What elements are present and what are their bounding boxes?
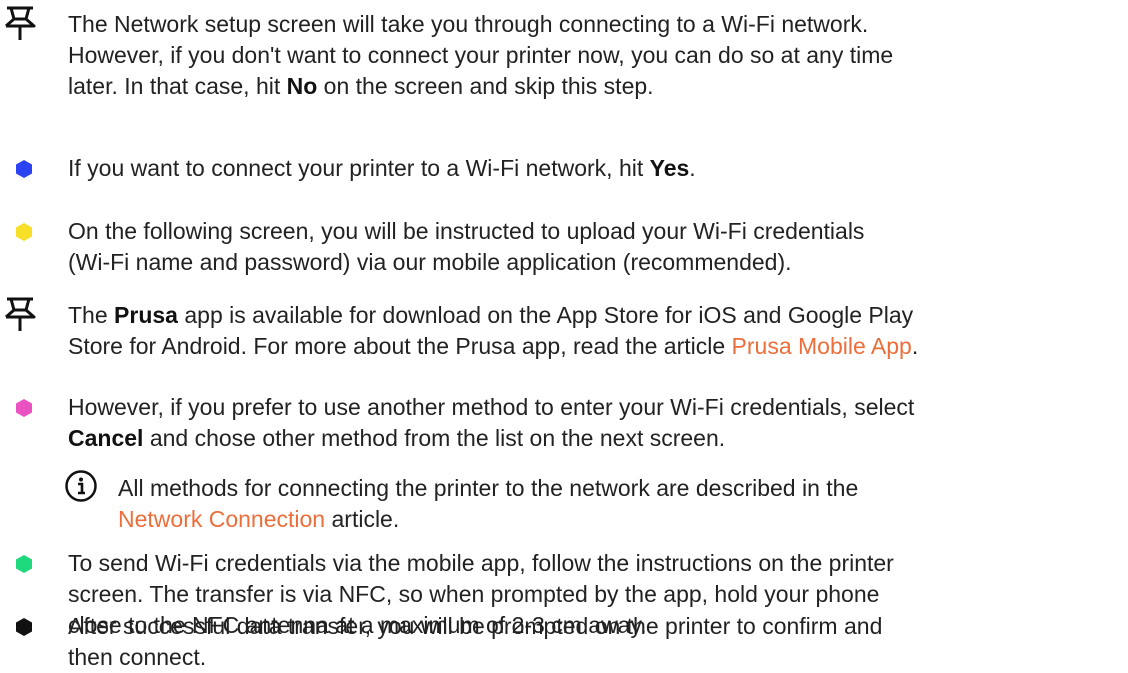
text-line: Network Connection article. — [118, 504, 1128, 535]
green-hexagon-icon — [16, 555, 32, 573]
article-link[interactable]: Prusa Mobile App — [732, 333, 912, 359]
text-line: All methods for connecting the printer t… — [118, 473, 1128, 504]
text-run: . — [689, 155, 696, 181]
bold-term: Prusa — [114, 302, 178, 328]
text-run: All methods for connecting the printer t… — [118, 475, 859, 501]
text-line: After successful data transfer, you will… — [68, 611, 1126, 642]
text-line: Store for Android. For more about the Pr… — [68, 331, 1126, 362]
text-run: article. — [325, 506, 400, 532]
text-run: (Wi-Fi name and password) via our mobile… — [68, 249, 792, 275]
step-text: The Prusa app is available for download … — [68, 300, 1126, 362]
text-run: app is available for download on the App… — [177, 302, 914, 328]
text-line: then connect. — [68, 642, 1126, 673]
step-text: All methods for connecting the printer t… — [118, 473, 1128, 535]
text-run: later. In that case, hit — [68, 73, 287, 99]
step-text: The Network setup screen will take you t… — [68, 9, 1126, 102]
text-line: Cancel and chose other method from the l… — [68, 423, 1126, 454]
text-line: later. In that case, hit No on the scree… — [68, 71, 1126, 102]
bold-term: Yes — [649, 155, 690, 181]
step-text: However, if you prefer to use another me… — [68, 392, 1126, 454]
step-text: On the following screen, you will be ins… — [68, 216, 1126, 278]
text-line: To send Wi-Fi credentials via the mobile… — [68, 548, 1126, 579]
text-run: On the following screen, you will be ins… — [68, 218, 865, 244]
pin-icon — [5, 297, 36, 331]
black-hexagon-icon — [16, 618, 32, 636]
bold-term: No — [286, 73, 318, 99]
text-run: then connect. — [68, 644, 207, 670]
pink-hexagon-icon — [16, 399, 32, 417]
text-run: However, if you prefer to use another me… — [68, 394, 915, 420]
step-text: After successful data transfer, you will… — [68, 611, 1126, 673]
text-run: screen. The transfer is via NFC, so when… — [68, 581, 880, 607]
instruction-steps: The Network setup screen will take you t… — [0, 0, 1128, 670]
text-line: (Wi-Fi name and password) via our mobile… — [68, 247, 1126, 278]
info-icon — [65, 470, 97, 502]
text-run: Store for Android. For more about the Pr… — [68, 333, 732, 359]
text-line: However, if you prefer to use another me… — [68, 392, 1126, 423]
article-link[interactable]: Network Connection — [118, 506, 325, 532]
text-run: After successful data transfer, you will… — [68, 613, 883, 639]
text-run: If you want to connect your printer to a… — [68, 155, 650, 181]
blue-hexagon-icon — [16, 160, 32, 178]
pin-icon — [5, 6, 36, 40]
text-run: . — [911, 333, 919, 359]
text-run: To send Wi-Fi credentials via the mobile… — [68, 550, 894, 576]
text-line: On the following screen, you will be ins… — [68, 216, 1126, 247]
text-run: The Network setup screen will take you t… — [68, 11, 869, 37]
text-line: If you want to connect your printer to a… — [68, 153, 1126, 184]
text-line: screen. The transfer is via NFC, so when… — [68, 579, 1126, 610]
text-line: The Network setup screen will take you t… — [68, 9, 1126, 40]
text-line: The Prusa app is available for download … — [68, 300, 1126, 331]
step-text: If you want to connect your printer to a… — [68, 153, 1126, 184]
text-line: However, if you don't want to connect yo… — [68, 40, 1126, 71]
bold-term: Cancel — [68, 425, 144, 451]
text-run: and chose other method from the list on … — [143, 425, 726, 451]
yellow-hexagon-icon — [16, 223, 32, 241]
text-run: on the screen and skip this step. — [317, 73, 654, 99]
text-run: The — [68, 302, 115, 328]
text-run: However, if you don't want to connect yo… — [68, 42, 894, 68]
